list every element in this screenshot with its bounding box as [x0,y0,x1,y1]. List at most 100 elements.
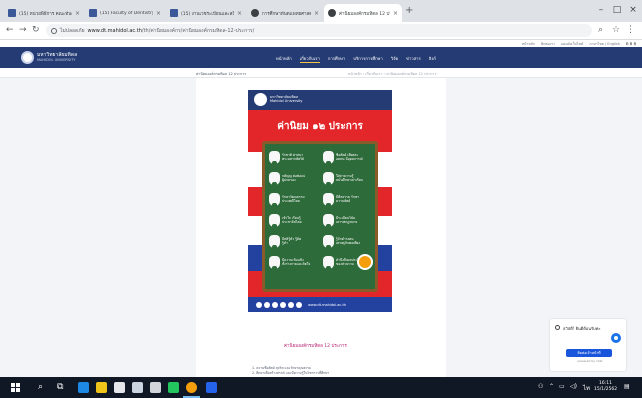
globe-icon [251,9,259,17]
poster-header: มหาวิทยาลัยมหิดล Mahidol University [248,90,392,110]
breadcrumb[interactable]: หน้าหลัก › เกี่ยวกับเรา › ค่านิยมองค์กรม… [348,71,436,77]
address-bar[interactable]: ไม่ปลอดภัย www.dt.mahidol.ac.th/th/ค่านิ… [46,24,592,37]
nav-item[interactable]: บริการการศึกษา [353,55,382,63]
chrome-icon[interactable] [186,382,197,393]
value-item: มีศีลธรรม รักษา ความสัตย์ [323,190,377,208]
value-item: รักชาติ ศาสนา พระมหากษัตริย์ [269,148,323,166]
chat-panel: สวัสดี! ยินดีต้อนรับค่ะ ติดต่อเจ้าหน้าที… [549,318,627,372]
chat-launcher-icon[interactable] [611,333,621,343]
browser-tab[interactable]: การศึกษาทันตแพทยศาสตร์ คณะทัน… × [247,4,323,22]
utility-link[interactable]: ภาษาไทย | English [589,41,620,47]
values-poster-image: มหาวิทยาลัยมหิดล Mahidol University ค่าน… [248,90,392,312]
browser-tab-active[interactable]: ค่านิยมองค์กรมหิดล 12 ประการ – มหาวิ… × [324,4,402,22]
menu-icon[interactable]: ⋮ [626,25,635,36]
tooth-icon [323,234,334,249]
clock-date: 15/1/2562 [594,387,618,392]
value-item: กตัญญู ต่อพ่อแม่ ผู้ปกครอง [269,169,323,187]
close-icon[interactable]: × [393,10,398,17]
nav-item[interactable]: ข่าวสาร [406,55,421,63]
nav-item[interactable]: การศึกษา [328,55,345,63]
nav-item-active[interactable]: เกี่ยวกับเรา [299,55,320,63]
value-text: กตัญญู ต่อพ่อแม่ ผู้ปกครอง [282,174,306,182]
value-text: รู้จักดำรงตน เศรษฐกิจพอเพียง [336,237,360,245]
facebook-icon [170,9,178,17]
task-view-icon[interactable]: ⧉ [57,381,63,393]
poster-org-sub: Mahidol University [270,99,303,103]
chat-meta: powered by chat [577,359,603,363]
calculator-icon[interactable] [150,382,161,393]
value-text: รักษาวัฒนธรรม ประเพณีไทย [282,195,305,203]
value-text: มีระเบียบวินัย เคารพกฎหมาย [336,216,358,224]
utility-link[interactable]: หน้าหลัก [522,41,535,47]
poster-title: ค่านิยม ๑๒ ประการ [277,121,363,132]
breadcrumb-bar: ค่านิยมองค์กรมหิดล 12 ประการ หน้าหลัก › … [0,68,642,78]
close-icon[interactable]: × [314,10,319,17]
store-icon[interactable] [114,382,125,393]
browser-tab[interactable]: (15) งานเวชระเบียนและสถิติ คณะทันตแพทย… … [166,4,246,22]
url-text: www.dt.mahidol.ac.th/th/ค่านิยมองค์กร/ค่… [88,27,255,35]
language-icon[interactable]: ไท [583,383,590,393]
windows-start-icon[interactable] [11,383,20,392]
tooth-icon [323,150,334,165]
tab-title: (15) Faculty of Dentistry, Mahidol … [100,10,153,16]
volume-icon[interactable]: ◁) [570,383,577,390]
tooth-icon [323,213,334,228]
font-size-controls[interactable]: ก ก ก [626,40,636,47]
browser-tab[interactable]: (15) หน่วยพิธีการ คณะทันตแพทยศาส… × [4,4,84,22]
close-icon[interactable]: × [237,10,242,17]
site-subtitle: MAHIDOL UNIVERSITY [37,58,76,62]
bookmark-star-icon[interactable]: ☆ [612,25,620,36]
chevron-up-icon[interactable]: ⌃ [549,383,554,390]
people-icon[interactable]: ⚇ [538,383,543,390]
edge-icon[interactable] [78,382,89,393]
url-security-label: ไม่ปลอดภัย [60,27,85,34]
screen: (15) หน่วยพิธีการ คณะทันตแพทยศาส… × (15)… [0,0,642,398]
poster-footer: www.dt.mahidol.ac.th [248,297,392,312]
minimize-button[interactable]: – [594,3,608,17]
mail-icon[interactable] [132,382,143,393]
value-item: ซื่อสัตย์ เสียสละ อดทน มีอุดมการณ์ [323,148,377,166]
browser-toolbar: ← → ↻ ไม่ปลอดภัย www.dt.mahidol.ac.th/th… [0,22,642,40]
notification-icon[interactable]: ▤ [624,383,630,390]
close-icon[interactable]: × [75,10,80,17]
value-item: เข้าใจ เรียนรู้ ประชาธิปไตย [269,211,323,229]
file-explorer-icon[interactable] [96,382,107,393]
reload-icon[interactable]: ↻ [32,25,40,36]
utility-link[interactable]: แผนผังเว็บไซต์ [561,41,583,47]
poster-url: www.dt.mahidol.ac.th [308,302,347,307]
nav-item[interactable]: ลิงก์ [429,55,436,63]
university-logo-icon[interactable] [21,51,34,64]
info-icon[interactable] [51,27,57,34]
chat-option-label: สวัสดี! ยินดีต้อนรับค่ะ [563,326,601,331]
list-item: 2. ศึกษาเพื่อสร้างสรรค์ และมีความรู้ในวิ… [252,371,330,375]
taskbar-clock[interactable]: 16:11 15/1/2562 [594,381,617,393]
close-icon[interactable]: × [156,10,161,17]
utility-link[interactable]: ติดต่อเรา [541,41,555,47]
maximize-button[interactable]: □ [610,3,624,17]
poster-org: มหาวิทยาลัยมหิดล Mahidol University [270,95,302,103]
browser-tab[interactable]: (15) Faculty of Dentistry, Mahidol … × [85,4,165,22]
value-item: มีระเบียบวินัย เคารพกฎหมาย [323,211,377,229]
tooth-icon [269,213,280,228]
tooth-icon [269,192,280,207]
value-text: เข้าใจ เรียนรู้ ประชาธิปไตย [282,216,302,224]
nav-item[interactable]: วิจัย [391,55,398,63]
chat-option-radio[interactable] [555,325,560,330]
site-header: มหาวิทยาลัยมหิดล MAHIDOL UNIVERSITY หน้า… [0,47,642,68]
word-icon[interactable] [206,382,217,393]
new-tab-button[interactable]: + [405,6,413,16]
forward-arrow-icon[interactable]: → [19,25,27,36]
chat-start-button[interactable]: ติดต่อเจ้าหน้าที่ [566,349,612,357]
page-title: ค่านิยมองค์กรมหิดล 12 ประการ [196,72,247,76]
back-arrow-icon[interactable]: ← [6,25,14,36]
zoom-icon[interactable]: ⌕ [598,25,603,36]
line-app-icon[interactable] [168,382,179,393]
value-item: มีสติรู้ตัว รู้คิด รู้ทำ [269,232,323,250]
network-icon[interactable]: ▭ [559,383,565,390]
nav-item[interactable]: หน้าหลัก [276,55,292,63]
search-icon[interactable]: ⌕ [38,381,43,393]
tooth-icon [269,150,280,165]
facebook-icon [256,301,262,308]
university-logo-icon [254,93,267,106]
window-close-button[interactable]: × [626,3,640,17]
